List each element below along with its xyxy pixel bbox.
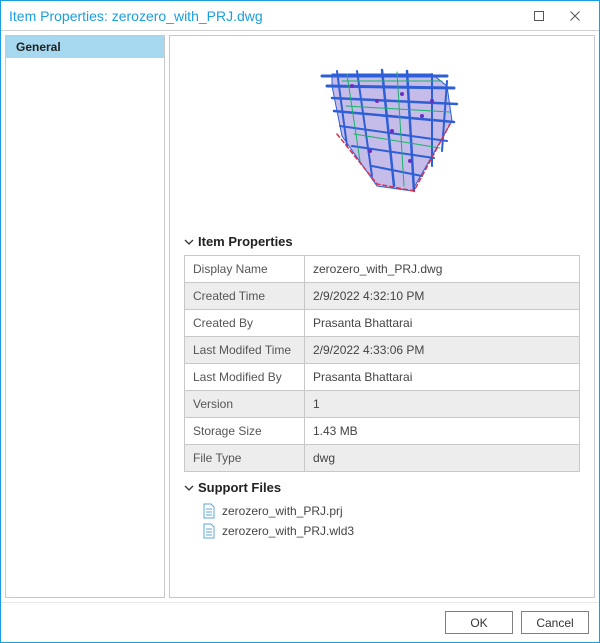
table-row: Created By Prasanta Bhattarai: [185, 310, 580, 337]
sidebar-item-label: General: [16, 40, 61, 54]
prop-value: 1: [305, 391, 580, 418]
support-file-name: zerozero_with_PRJ.prj: [222, 504, 343, 518]
chevron-down-icon: [184, 237, 194, 247]
file-icon: [202, 503, 216, 519]
cancel-button[interactable]: Cancel: [521, 611, 589, 634]
close-button[interactable]: [557, 2, 593, 30]
section-header-support-files[interactable]: Support Files: [184, 480, 580, 495]
maximize-button[interactable]: [521, 2, 557, 30]
support-file-item[interactable]: zerozero_with_PRJ.prj: [184, 501, 580, 521]
prop-value: Prasanta Bhattarai: [305, 364, 580, 391]
sidebar: General: [5, 35, 165, 598]
table-row: Display Name zerozero_with_PRJ.dwg: [185, 256, 580, 283]
section-title: Support Files: [198, 480, 281, 495]
prop-label: Display Name: [185, 256, 305, 283]
table-row: Storage Size 1.43 MB: [185, 418, 580, 445]
prop-label: Version: [185, 391, 305, 418]
section-title: Item Properties: [198, 234, 293, 249]
table-row: Last Modifed Time 2/9/2022 4:33:06 PM: [185, 337, 580, 364]
properties-table: Display Name zerozero_with_PRJ.dwg Creat…: [184, 255, 580, 472]
prop-value: Prasanta Bhattarai: [305, 310, 580, 337]
support-file-item[interactable]: zerozero_with_PRJ.wld3: [184, 521, 580, 541]
main-panel: Item Properties Display Name zerozero_wi…: [169, 35, 595, 598]
prop-value: zerozero_with_PRJ.dwg: [305, 256, 580, 283]
prop-value: 2/9/2022 4:32:10 PM: [305, 283, 580, 310]
prop-value: dwg: [305, 445, 580, 472]
button-label: Cancel: [536, 616, 573, 630]
button-label: OK: [470, 616, 487, 630]
ok-button[interactable]: OK: [445, 611, 513, 634]
prop-label: Last Modified By: [185, 364, 305, 391]
prop-label: Created Time: [185, 283, 305, 310]
maximize-icon: [534, 11, 544, 21]
table-row: Last Modified By Prasanta Bhattarai: [185, 364, 580, 391]
chevron-down-icon: [184, 483, 194, 493]
table-row: Version 1: [185, 391, 580, 418]
prop-value: 2/9/2022 4:33:06 PM: [305, 337, 580, 364]
dialog-body: General: [1, 31, 599, 602]
prop-label: File Type: [185, 445, 305, 472]
thumbnail-image: [282, 56, 482, 206]
window-title: Item Properties: zerozero_with_PRJ.dwg: [9, 8, 521, 24]
prop-label: Created By: [185, 310, 305, 337]
close-icon: [570, 11, 580, 21]
file-icon: [202, 523, 216, 539]
dialog-footer: OK Cancel: [1, 602, 599, 642]
table-row: Created Time 2/9/2022 4:32:10 PM: [185, 283, 580, 310]
titlebar: Item Properties: zerozero_with_PRJ.dwg: [1, 1, 599, 31]
prop-label: Storage Size: [185, 418, 305, 445]
support-file-name: zerozero_with_PRJ.wld3: [222, 524, 354, 538]
thumbnail-region: [184, 46, 580, 226]
sidebar-item-general[interactable]: General: [6, 36, 164, 58]
table-row: File Type dwg: [185, 445, 580, 472]
prop-label: Last Modifed Time: [185, 337, 305, 364]
section-header-item-properties[interactable]: Item Properties: [184, 234, 580, 249]
prop-value: 1.43 MB: [305, 418, 580, 445]
